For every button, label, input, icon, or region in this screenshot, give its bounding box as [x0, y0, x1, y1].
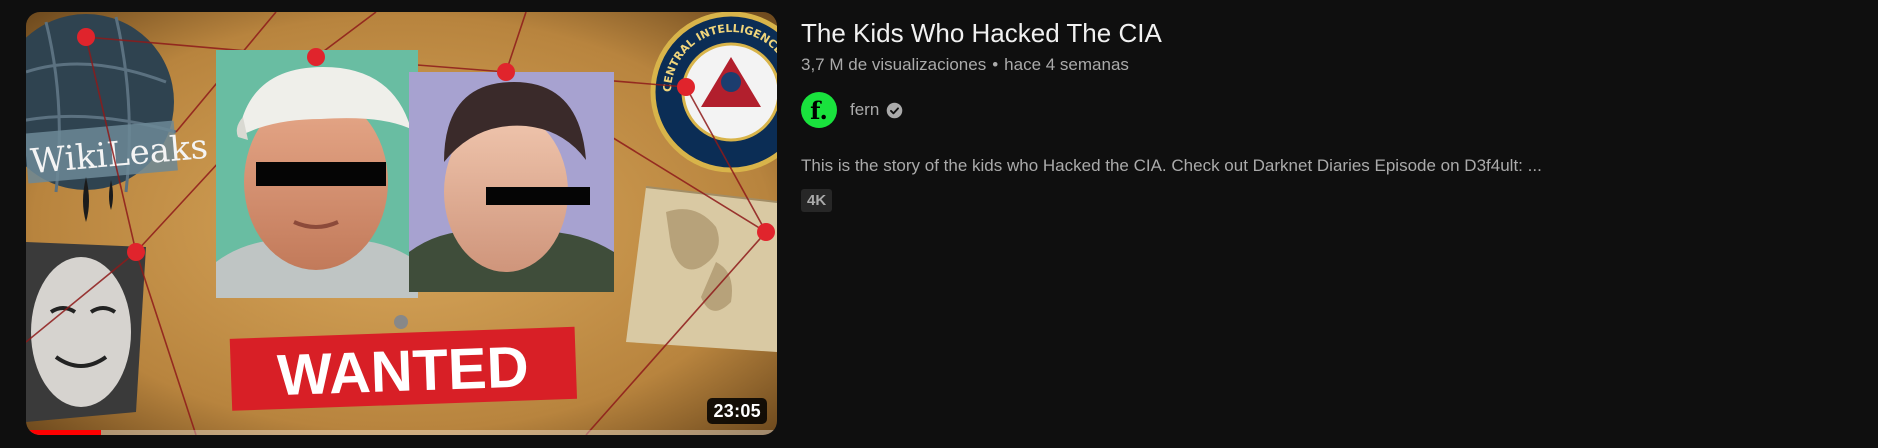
- channel-name[interactable]: fern: [850, 100, 879, 120]
- verified-check-icon: [886, 102, 903, 119]
- video-metadata: 3,7 M de visualizaciones • hace 4 semanas: [801, 53, 1851, 77]
- watch-progress-bar: [26, 430, 777, 435]
- video-title[interactable]: The Kids Who Hacked The CIA: [801, 16, 1851, 50]
- video-thumbnail[interactable]: WikiLeaks CENTRAL INTELLIGENCE AGENCY: [26, 12, 777, 435]
- watch-progress-fill: [26, 430, 102, 435]
- upload-age: hace 4 semanas: [1004, 55, 1129, 74]
- video-result: WikiLeaks CENTRAL INTELLIGENCE AGENCY: [0, 0, 1878, 448]
- duration-badge: 23:05: [707, 398, 767, 424]
- thumbnail-image: WikiLeaks CENTRAL INTELLIGENCE AGENCY: [26, 12, 777, 435]
- video-info: The Kids Who Hacked The CIA 3,7 M de vis…: [801, 16, 1851, 212]
- wanted-text: WANTED: [276, 334, 529, 408]
- view-count: 3,7 M de visualizaciones: [801, 55, 987, 74]
- meta-separator: •: [992, 55, 999, 74]
- channel-row: f. fern: [801, 91, 1851, 129]
- video-description-snippet[interactable]: This is the story of the kids who Hacked…: [801, 154, 1851, 178]
- quality-badge: 4K: [801, 189, 833, 212]
- channel-avatar[interactable]: f.: [801, 92, 837, 128]
